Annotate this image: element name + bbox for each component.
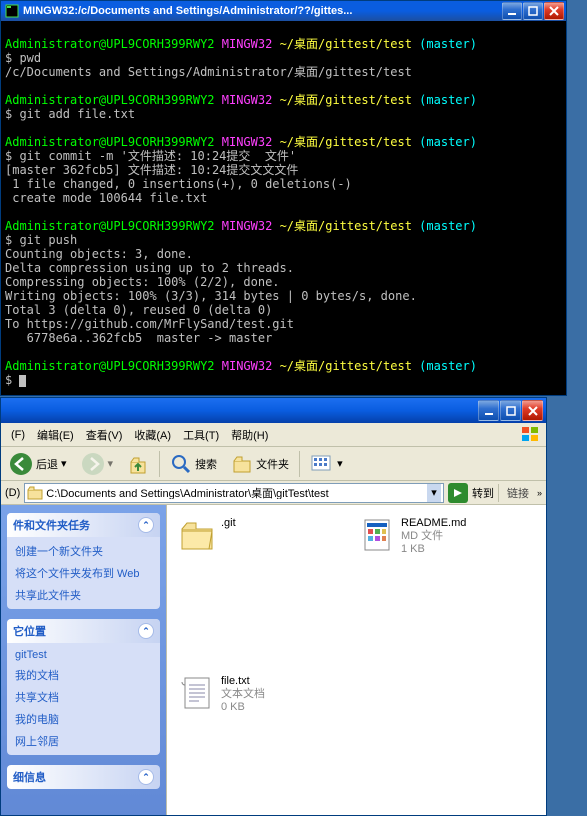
window-controls: [478, 400, 543, 421]
place-shared-docs[interactable]: 共享文档: [15, 689, 152, 705]
tasks-title: 件和文件夹任务: [13, 517, 90, 533]
menubar: (F) 编辑(E) 查看(V) 收藏(A) 工具(T) 帮助(H): [1, 423, 546, 447]
close-button[interactable]: [522, 400, 543, 421]
chevron-down-icon: ▾: [108, 457, 114, 470]
file-txt-icon: [179, 675, 215, 711]
terminal-title: MINGW32:/c/Documents and Settings/Admini…: [23, 5, 502, 17]
place-network[interactable]: 网上邻居: [15, 733, 152, 749]
address-bar: (D) ▾ 转到 链接 »: [1, 481, 546, 505]
file-item-readme[interactable]: README.md MD 文件 1 KB: [359, 517, 509, 556]
explorer-main: 件和文件夹任务 ⌃ 创建一个新文件夹 将这个文件夹发布到 Web 共享此文件夹 …: [1, 505, 546, 815]
file-list[interactable]: .git README.md MD 文件 1 KB file.txt: [166, 505, 546, 815]
file-item-git[interactable]: .git: [179, 517, 329, 553]
file-meta: README.md MD 文件 1 KB: [401, 517, 466, 556]
forward-button: ▾: [77, 450, 118, 478]
details-title: 细信息: [13, 769, 46, 785]
file-item-filetxt[interactable]: file.txt 文本文档 0 KB: [179, 675, 329, 714]
separator: [159, 451, 160, 477]
file-name: file.txt: [221, 675, 265, 688]
folder-icon: [27, 486, 43, 500]
go-button[interactable]: [448, 483, 468, 503]
terminal-body[interactable]: Administrator@UPL9CORH399RWY2 MINGW32 ~/…: [1, 21, 566, 395]
file-name: .git: [221, 517, 236, 530]
file-meta: file.txt 文本文档 0 KB: [221, 675, 265, 714]
details-panel-header[interactable]: 细信息 ⌃: [7, 765, 160, 789]
menu-view[interactable]: 查看(V): [80, 425, 129, 445]
windows-flag-icon: [520, 425, 542, 443]
folders-button[interactable]: 文件夹: [227, 451, 293, 477]
file-size: 0 KB: [221, 701, 265, 714]
window-controls: [502, 2, 564, 20]
menu-tools[interactable]: 工具(T): [177, 425, 225, 445]
places-title: 它位置: [13, 623, 46, 639]
place-my-computer[interactable]: 我的电脑: [15, 711, 152, 727]
back-button[interactable]: 后退 ▾: [5, 450, 71, 478]
explorer-titlebar[interactable]: [1, 398, 546, 423]
details-panel: 细信息 ⌃: [7, 765, 160, 789]
tasks-panel: 件和文件夹任务 ⌃ 创建一个新文件夹 将这个文件夹发布到 Web 共享此文件夹: [7, 513, 160, 609]
menu-favorites[interactable]: 收藏(A): [128, 425, 177, 445]
file-name: README.md: [401, 517, 466, 530]
maximize-button[interactable]: [523, 2, 543, 20]
menu-help[interactable]: 帮助(H): [225, 425, 274, 445]
terminal-window: MINGW32:/c/Documents and Settings/Admini…: [0, 0, 567, 396]
close-button[interactable]: [544, 2, 564, 20]
chevron-down-icon: ▾: [337, 457, 343, 470]
places-panel: 它位置 ⌃ gitTest 我的文档 共享文档 我的电脑 网上邻居: [7, 619, 160, 755]
links-chevron-icon[interactable]: »: [537, 488, 542, 498]
separator: [299, 451, 300, 477]
minimize-button[interactable]: [502, 2, 522, 20]
explorer-window: (F) 编辑(E) 查看(V) 收藏(A) 工具(T) 帮助(H) 后退 ▾ ▾…: [0, 397, 547, 816]
places-body: gitTest 我的文档 共享文档 我的电脑 网上邻居: [7, 643, 160, 755]
collapse-icon: ⌃: [138, 769, 154, 785]
terminal-icon: [5, 4, 19, 18]
tasks-panel-header[interactable]: 件和文件夹任务 ⌃: [7, 513, 160, 537]
address-dropdown[interactable]: ▾: [427, 484, 441, 502]
collapse-icon: ⌃: [138, 623, 154, 639]
task-new-folder[interactable]: 创建一个新文件夹: [15, 543, 152, 559]
minimize-button[interactable]: [478, 400, 499, 421]
place-gittest[interactable]: gitTest: [15, 649, 152, 661]
folders-label: 文件夹: [256, 456, 289, 472]
up-button[interactable]: [123, 451, 153, 477]
menu-edit[interactable]: 编辑(E): [31, 425, 80, 445]
search-button[interactable]: 搜索: [166, 451, 221, 477]
folder-icon: [179, 517, 215, 553]
back-label: 后退: [36, 456, 58, 472]
links-label[interactable]: 链接: [503, 485, 533, 501]
file-size: 1 KB: [401, 543, 466, 556]
collapse-icon: ⌃: [138, 517, 154, 533]
sidebar: 件和文件夹任务 ⌃ 创建一个新文件夹 将这个文件夹发布到 Web 共享此文件夹 …: [1, 505, 166, 815]
file-type: 文本文档: [221, 688, 265, 701]
address-input-wrapper: ▾: [24, 483, 444, 503]
address-input[interactable]: [46, 487, 424, 499]
place-my-docs[interactable]: 我的文档: [15, 667, 152, 683]
search-label: 搜索: [195, 456, 217, 472]
chevron-down-icon: ▾: [61, 457, 67, 470]
terminal-titlebar[interactable]: MINGW32:/c/Documents and Settings/Admini…: [1, 1, 566, 21]
task-publish-web[interactable]: 将这个文件夹发布到 Web: [15, 565, 152, 581]
file-md-icon: [359, 517, 395, 553]
go-label: 转到: [472, 485, 494, 501]
toolbar: 后退 ▾ ▾ 搜索 文件夹 ▾: [1, 447, 546, 481]
file-type: MD 文件: [401, 530, 466, 543]
task-share-folder[interactable]: 共享此文件夹: [15, 587, 152, 603]
maximize-button[interactable]: [500, 400, 521, 421]
menu-file[interactable]: (F): [5, 427, 31, 443]
cursor: [19, 375, 26, 387]
address-label: (D): [5, 487, 20, 499]
views-button[interactable]: ▾: [306, 452, 347, 476]
file-meta: .git: [221, 517, 236, 553]
separator: [498, 484, 499, 502]
places-panel-header[interactable]: 它位置 ⌃: [7, 619, 160, 643]
tasks-body: 创建一个新文件夹 将这个文件夹发布到 Web 共享此文件夹: [7, 537, 160, 609]
